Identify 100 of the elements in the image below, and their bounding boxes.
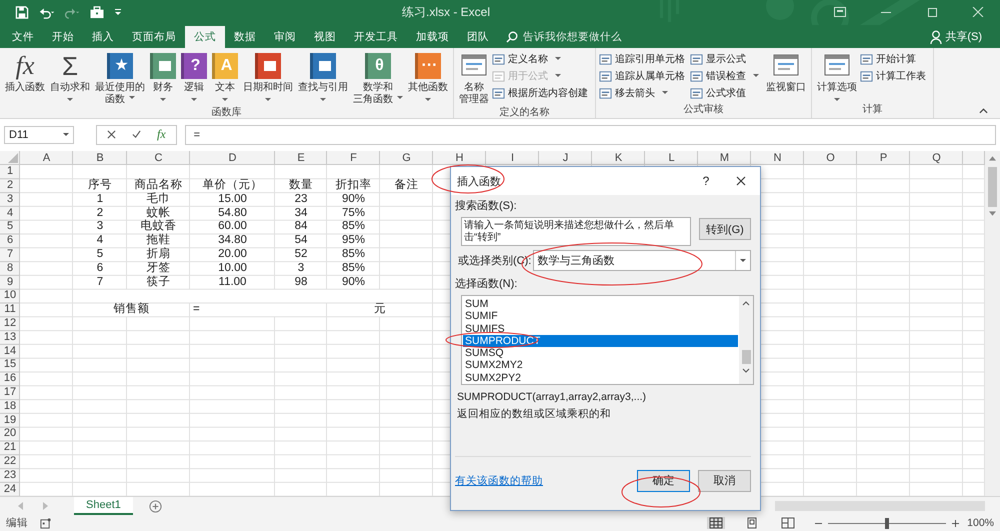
column-header[interactable]: A xyxy=(20,151,73,166)
row-header[interactable]: 4 xyxy=(0,206,20,220)
macro-record-icon[interactable] xyxy=(40,518,51,529)
cancel-button[interactable]: 取消 xyxy=(698,470,751,492)
column-header[interactable]: G xyxy=(380,151,433,166)
column-header[interactable]: J xyxy=(539,151,592,166)
ribbon-button[interactable]: 显示公式 xyxy=(690,52,763,67)
function-list-item[interactable]: SUMSQ xyxy=(463,347,738,360)
ribbon-button[interactable]: ★ 最近使用的 函数 xyxy=(93,50,147,107)
help-link[interactable]: 有关该函数的帮助 xyxy=(455,474,543,488)
column-header[interactable]: H xyxy=(433,151,486,166)
row-header[interactable]: 19 xyxy=(0,414,20,428)
ribbon-tab[interactable]: 数据 xyxy=(225,26,265,48)
row-header[interactable]: 1 xyxy=(0,165,20,179)
ok-button[interactable]: 确定 xyxy=(637,470,690,492)
function-list-item[interactable]: SUMX2PY2 xyxy=(463,372,738,384)
row-header[interactable]: 18 xyxy=(0,400,20,414)
ribbon-button[interactable]: 错误检查 xyxy=(690,68,763,84)
row-header[interactable]: 12 xyxy=(0,316,20,331)
column-header[interactable]: Q xyxy=(910,151,963,166)
insert-function-icon[interactable]: fx xyxy=(157,127,166,142)
row-header[interactable]: 24 xyxy=(0,482,20,496)
row-header[interactable]: 11 xyxy=(0,303,20,317)
function-list-item[interactable]: SUMIFS xyxy=(463,322,738,335)
ribbon-tab[interactable]: 页面布局 xyxy=(123,26,185,48)
name-box[interactable]: D11 xyxy=(4,126,74,144)
ribbon-button[interactable]: 公式求值 xyxy=(690,86,763,101)
column-header[interactable]: O xyxy=(804,151,857,166)
column-header[interactable]: M xyxy=(698,151,751,166)
row-header[interactable]: 16 xyxy=(0,372,20,386)
ribbon-tab[interactable]: 审阅 xyxy=(265,26,305,48)
formula-field[interactable]: = xyxy=(184,124,996,145)
normal-view-icon[interactable] xyxy=(707,517,726,530)
row-header[interactable]: 23 xyxy=(0,468,20,482)
ribbon-button[interactable]: 计算工作表 xyxy=(860,68,930,84)
vertical-scrollbar[interactable] xyxy=(985,151,1000,496)
row-header[interactable]: 17 xyxy=(0,386,20,400)
ribbon-tab[interactable]: 开始 xyxy=(43,26,83,48)
page-break-icon[interactable] xyxy=(779,517,798,530)
ribbon-tab[interactable]: 开发工具 xyxy=(345,26,407,48)
ribbon-button[interactable]: ··· 其他函数 xyxy=(406,50,450,107)
function-list-item[interactable]: SUMX2MY2 xyxy=(463,359,738,372)
ribbon-button[interactable]: 移去箭头 xyxy=(599,86,689,101)
collapse-ribbon-icon[interactable] xyxy=(979,108,988,114)
close-icon[interactable] xyxy=(736,176,746,186)
column-header[interactable]: F xyxy=(327,151,380,166)
zoom-level[interactable]: 100% xyxy=(967,517,994,530)
scroll-thumb[interactable] xyxy=(988,167,997,208)
column-header[interactable]: L xyxy=(645,151,698,166)
category-dropdown[interactable]: 数学与三角函数 xyxy=(533,250,751,271)
ribbon-tab[interactable]: 文件 xyxy=(3,26,43,48)
row-header[interactable]: 6 xyxy=(0,234,20,248)
help-button[interactable]: ? xyxy=(696,174,716,188)
zoom-slider-thumb[interactable] xyxy=(885,518,890,529)
maximize-icon[interactable] xyxy=(926,7,938,17)
scroll-up-icon[interactable] xyxy=(742,300,750,306)
row-header[interactable]: 22 xyxy=(0,454,20,469)
row-header[interactable]: 20 xyxy=(0,427,20,442)
ribbon-display-icon[interactable] xyxy=(834,7,846,17)
undo-icon[interactable] xyxy=(39,6,55,19)
ribbon-button[interactable]: 追踪引用单元格 xyxy=(599,52,689,67)
search-field[interactable]: 请输入一条简短说明来描述您想做什么，然后单击“转到” xyxy=(461,217,691,246)
ribbon-button[interactable]: ? 逻辑 xyxy=(179,50,209,107)
row-header[interactable]: 21 xyxy=(0,441,20,455)
ribbon-tab[interactable]: 公式 xyxy=(185,26,225,48)
ribbon-tab[interactable]: 团队 xyxy=(458,26,498,48)
column-header[interactable]: I xyxy=(486,151,539,166)
tell-me-field[interactable]: 告诉我你想要做什么 xyxy=(523,30,663,43)
scroll-up-icon[interactable] xyxy=(989,155,996,162)
customize-caret-icon[interactable] xyxy=(114,8,122,16)
ribbon-button[interactable]: fx 插入函数 xyxy=(3,50,47,107)
ribbon-button[interactable]: 日期和时间 xyxy=(241,50,295,107)
ribbon-button[interactable]: 定义名称 xyxy=(492,52,592,67)
column-header[interactable]: N xyxy=(751,151,804,166)
add-sheet-icon[interactable] xyxy=(148,500,162,513)
row-header[interactable]: 14 xyxy=(0,344,20,358)
scroll-thumb[interactable] xyxy=(742,350,750,364)
go-button[interactable]: 转到(G) xyxy=(698,218,751,240)
column-header[interactable]: D xyxy=(190,151,275,166)
ribbon-button[interactable]: 监视窗口 xyxy=(764,50,808,104)
column-header[interactable]: E xyxy=(275,151,327,166)
column-header[interactable]: P xyxy=(857,151,910,166)
ribbon-button[interactable]: Σ 自动求和 xyxy=(48,50,92,107)
cancel-icon[interactable] xyxy=(107,130,116,140)
ribbon-button[interactable]: 根据所选内容创建 xyxy=(492,86,592,101)
function-list-item[interactable]: SUMIF xyxy=(463,310,738,323)
row-header[interactable]: 8 xyxy=(0,262,20,276)
row-header[interactable]: 15 xyxy=(0,358,20,372)
column-header[interactable]: C xyxy=(127,151,190,166)
row-header[interactable]: 7 xyxy=(0,248,20,262)
scroll-down-icon[interactable] xyxy=(742,368,750,374)
column-header[interactable]: B xyxy=(73,151,127,166)
row-header[interactable]: 9 xyxy=(0,276,20,290)
column-header[interactable]: K xyxy=(592,151,645,166)
ribbon-tab[interactable]: 视图 xyxy=(305,26,345,48)
row-header[interactable]: 2 xyxy=(0,178,20,193)
ribbon-tab[interactable]: 加载项 xyxy=(407,26,458,48)
zoom-slider[interactable] xyxy=(828,518,946,529)
row-header[interactable]: 10 xyxy=(0,289,20,304)
ribbon-tab[interactable]: 插入 xyxy=(83,26,123,48)
